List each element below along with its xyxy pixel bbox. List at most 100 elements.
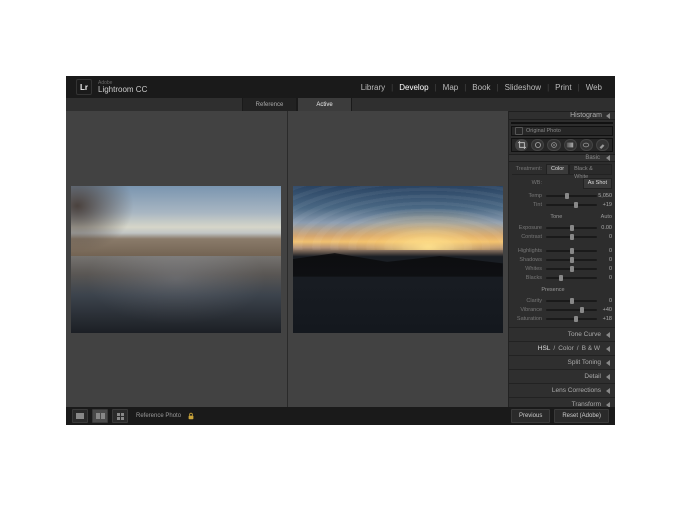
- histogram-title: Histogram: [570, 112, 602, 119]
- brush-tool-icon[interactable]: [596, 139, 609, 151]
- tab-active[interactable]: Active: [297, 98, 352, 112]
- redeye-tool-icon[interactable]: [547, 139, 560, 151]
- slider-knob[interactable]: [574, 202, 578, 208]
- tool-strip: [511, 138, 613, 152]
- presence-value[interactable]: +40: [597, 307, 612, 313]
- tone-value[interactable]: 0: [597, 266, 612, 272]
- tone-label: Highlights: [512, 248, 546, 254]
- tone-slider-shadows[interactable]: [546, 257, 597, 263]
- basic-header[interactable]: Basic: [509, 154, 615, 162]
- tone-slider-contrast[interactable]: [546, 234, 597, 240]
- wb-value[interactable]: +19: [597, 202, 612, 208]
- compare-viewer: [66, 111, 508, 407]
- tone-value[interactable]: 0: [597, 257, 612, 263]
- slider-knob[interactable]: [565, 193, 569, 199]
- module-develop[interactable]: Develop: [396, 83, 431, 92]
- wb-row-temp: Temp5,050: [512, 191, 612, 200]
- presence-label: Vibrance: [512, 307, 546, 313]
- module-library[interactable]: Library: [358, 83, 388, 92]
- panel-header-lens-corrections[interactable]: Lens Corrections: [509, 383, 615, 397]
- presence-value[interactable]: +18: [597, 316, 612, 322]
- radial-tool-icon[interactable]: [580, 139, 593, 151]
- wb-slider-tint[interactable]: [546, 202, 597, 208]
- histogram-header[interactable]: Histogram: [509, 111, 615, 120]
- presence-value[interactable]: 0: [597, 298, 612, 304]
- checkbox-icon[interactable]: [515, 127, 523, 135]
- histogram[interactable]: ISO 200 24 mm f / 8.0 ⅛ sec: [511, 122, 613, 124]
- meta-shutter: ⅛ sec: [595, 122, 608, 123]
- panel-header-detail[interactable]: Detail: [509, 369, 615, 383]
- panel-header-split-toning[interactable]: Split Toning: [509, 355, 615, 369]
- chevron-left-icon: [606, 388, 610, 394]
- presence-slider-vibrance[interactable]: [546, 307, 597, 313]
- slider-knob[interactable]: [574, 316, 578, 322]
- presence-label: Clarity: [512, 298, 546, 304]
- treatment-color[interactable]: Color: [546, 164, 569, 175]
- tone-row-exposure: Exposure0.00: [512, 223, 612, 232]
- slider-knob[interactable]: [570, 266, 574, 272]
- presence-slider-clarity[interactable]: [546, 298, 597, 304]
- presence-row-saturation: Saturation +18: [512, 314, 612, 323]
- app-logo-text: Lr: [80, 83, 88, 92]
- module-print[interactable]: Print: [552, 83, 574, 92]
- reference-view-button[interactable]: [92, 409, 108, 423]
- wb-profile-select[interactable]: As Shot: [583, 178, 612, 189]
- tone-value[interactable]: 0: [597, 248, 612, 254]
- before-after-view-button[interactable]: [112, 409, 128, 423]
- slider-knob[interactable]: [570, 298, 574, 304]
- panel-header-hsl[interactable]: HSL/Color/B & W: [509, 341, 615, 355]
- meta-focal: 24 mm: [545, 122, 560, 123]
- app-logo: Lr: [76, 79, 92, 95]
- tone-slider-whites[interactable]: [546, 266, 597, 272]
- tab-reference[interactable]: Reference: [242, 98, 297, 112]
- active-photo: [293, 186, 503, 333]
- wb-label: WB:: [512, 180, 546, 186]
- module-book[interactable]: Book: [469, 83, 493, 92]
- meta-aperture: f / 8.0: [571, 122, 584, 123]
- panel-title: Split Toning: [568, 359, 602, 366]
- reference-pane[interactable]: [66, 111, 287, 407]
- slider-knob[interactable]: [570, 225, 574, 231]
- tone-value[interactable]: 0: [597, 234, 612, 240]
- wb-slider-temp[interactable]: [546, 193, 597, 199]
- original-photo-row[interactable]: Original Photo: [511, 126, 613, 136]
- module-slideshow[interactable]: Slideshow: [502, 83, 544, 92]
- wb-label: Tint: [512, 202, 546, 208]
- slider-knob[interactable]: [570, 257, 574, 263]
- crop-tool-icon[interactable]: [515, 139, 528, 151]
- separator: |: [391, 83, 393, 92]
- tone-slider-exposure[interactable]: [546, 225, 597, 231]
- reset-button[interactable]: Reset (Adobe): [554, 409, 609, 423]
- slider-knob[interactable]: [570, 234, 574, 240]
- panel-sub-b-w[interactable]: B & W: [581, 345, 601, 352]
- tone-value[interactable]: 0.00: [597, 225, 612, 231]
- tone-slider-highlights[interactable]: [546, 248, 597, 254]
- spot-tool-icon[interactable]: [531, 139, 544, 151]
- slider-knob[interactable]: [580, 307, 584, 313]
- tone-label: Whites: [512, 266, 546, 272]
- basic-panel: Treatment: ColorBlack & White WB: As Sho…: [509, 162, 615, 327]
- panel-header-transform[interactable]: Transform: [509, 397, 615, 407]
- lock-icon[interactable]: [187, 412, 195, 420]
- tone-slider-blacks[interactable]: [546, 275, 597, 281]
- treatment-row: Treatment: ColorBlack & White: [512, 164, 612, 175]
- auto-tone-button[interactable]: Auto: [601, 214, 612, 220]
- meta-iso: ISO 200: [516, 122, 534, 123]
- active-pane[interactable]: [288, 111, 509, 407]
- basic-title: Basic: [585, 155, 600, 161]
- presence-label: Saturation: [512, 316, 546, 322]
- slider-knob[interactable]: [559, 275, 563, 281]
- slider-knob[interactable]: [570, 248, 574, 254]
- panel-sub-color[interactable]: Color: [557, 345, 575, 352]
- module-web[interactable]: Web: [583, 83, 605, 92]
- presence-slider-saturation[interactable]: [546, 316, 597, 322]
- tone-value[interactable]: 0: [597, 275, 612, 281]
- panel-header-tone-curve[interactable]: Tone Curve: [509, 327, 615, 341]
- loupe-view-button[interactable]: [72, 409, 88, 423]
- gradient-tool-icon[interactable]: [564, 139, 577, 151]
- previous-button[interactable]: Previous: [511, 409, 550, 423]
- tone-label: Shadows: [512, 257, 546, 263]
- treatment-black-white[interactable]: Black & White: [569, 164, 612, 175]
- wb-value[interactable]: 5,050: [597, 193, 612, 199]
- module-map[interactable]: Map: [440, 83, 462, 92]
